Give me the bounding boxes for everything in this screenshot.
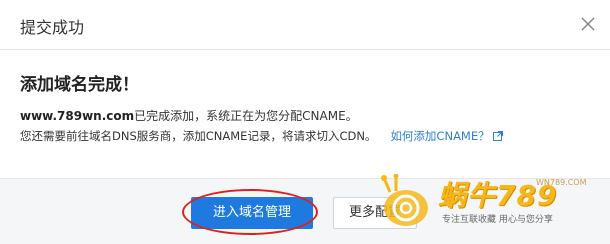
domain-management-button[interactable]: 进入域名管理	[191, 197, 313, 229]
dialog-body: 添加域名完成！ www.789wn.com已完成添加，系统正在为您分配CNAME…	[0, 50, 610, 178]
status-text: 已完成添加，系统正在为您分配CNAME。	[134, 109, 358, 123]
external-link-icon	[492, 130, 503, 144]
more-settings-button[interactable]: 更多配置	[333, 197, 417, 229]
dialog-header: 提交成功	[0, 0, 610, 50]
help-link-label: 如何添加CNAME？	[390, 129, 490, 143]
dialog-footer: 进入域名管理 更多配置	[0, 178, 610, 244]
instruction-message: 您还需要前往域名DNS服务商，添加CNAME记录，将请求切入CDN。 如何添加CN…	[20, 128, 503, 144]
success-heading: 添加域名完成！	[20, 75, 139, 95]
success-dialog: 提交成功 添加域名完成！ www.789wn.com已完成添加，系统正在为您分配…	[0, 0, 610, 244]
help-link[interactable]: 如何添加CNAME？	[390, 129, 503, 144]
dialog-title: 提交成功	[20, 18, 85, 37]
domain-name: www.789wn.com	[20, 109, 135, 123]
status-message: www.789wn.com已完成添加，系统正在为您分配CNAME。	[20, 107, 358, 124]
close-icon[interactable]	[578, 14, 598, 34]
instruction-text: 您还需要前往域名DNS服务商，添加CNAME记录，将请求切入CDN。	[20, 129, 377, 143]
